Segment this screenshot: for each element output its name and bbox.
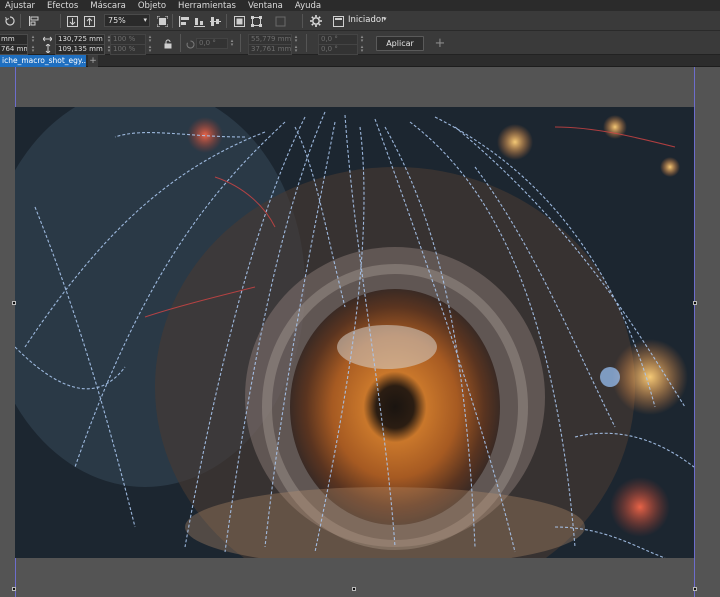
- center-y-field[interactable]: 37,761 mm: [248, 44, 292, 55]
- separator: [60, 14, 61, 28]
- menu-herramientas[interactable]: Herramientas: [178, 1, 236, 11]
- width-spinner[interactable]: ▴ ▾: [30, 35, 36, 44]
- photo-artwork: [15, 107, 694, 558]
- plus-icon[interactable]: +: [434, 36, 446, 51]
- disabled-tool-icon: [274, 15, 286, 27]
- align-icon[interactable]: [28, 15, 40, 27]
- to-front-icon[interactable]: [83, 15, 95, 27]
- resize-handle-right[interactable]: [693, 301, 697, 305]
- fit-page-icon[interactable]: [156, 15, 168, 27]
- menu-efectos[interactable]: Efectos: [47, 1, 78, 11]
- document-tab-bar: [0, 55, 720, 67]
- separator: [306, 34, 307, 52]
- separator: [240, 34, 241, 52]
- menu-ventana[interactable]: Ventana: [248, 1, 283, 11]
- align-center-icon[interactable]: [209, 15, 221, 27]
- separator: [302, 14, 303, 28]
- separator: [226, 14, 227, 28]
- separator: [180, 34, 181, 52]
- menu-ayuda[interactable]: Ayuda: [295, 1, 321, 11]
- transform-icon[interactable]: [250, 15, 262, 27]
- center-x-spinner[interactable]: ▴ ▾: [293, 35, 299, 44]
- height-spinner[interactable]: ▴ ▾: [30, 45, 36, 54]
- rotation-spinner[interactable]: ▴ ▾: [229, 39, 235, 48]
- to-back-icon[interactable]: [66, 15, 78, 27]
- center-y-spinner[interactable]: ▴ ▾: [293, 45, 299, 54]
- rotate-icon[interactable]: [4, 15, 16, 27]
- workspace-label[interactable]: Iniciador: [348, 15, 385, 25]
- rotation-field[interactable]: 0,0 °: [196, 38, 228, 49]
- rotation-icon: [184, 38, 196, 50]
- gear-icon[interactable]: [310, 15, 322, 27]
- menu-objeto[interactable]: Objeto: [138, 1, 166, 11]
- tab-document[interactable]: iche_macro_shot_egy...*: [0, 55, 86, 67]
- align-bottom-icon[interactable]: [193, 15, 205, 27]
- skew-x-spinner[interactable]: ▴ ▾: [359, 35, 365, 44]
- resize-handle-left[interactable]: [12, 301, 16, 305]
- apply-button[interactable]: Aplicar: [376, 36, 424, 51]
- crop-frame-icon[interactable]: [233, 15, 245, 27]
- horizontal-arrows-icon: [42, 35, 52, 43]
- scale-y-field[interactable]: 100 %: [110, 44, 146, 55]
- separator: [20, 14, 21, 28]
- zoom-value: 75%: [108, 16, 126, 25]
- chevron-down-icon: ▾: [143, 16, 147, 24]
- resize-handle-bottom-right[interactable]: [693, 587, 697, 591]
- add-tab-button[interactable]: +: [88, 55, 98, 67]
- vertical-arrows-icon: [43, 44, 53, 53]
- skew-y-field[interactable]: 0,0 °: [318, 44, 358, 55]
- scale-x-spinner[interactable]: ▴ ▾: [147, 35, 153, 44]
- skew-y-spinner[interactable]: ▴ ▾: [359, 45, 365, 54]
- chevron-down-icon[interactable]: ▾: [383, 15, 387, 23]
- resize-handle-bottom[interactable]: [352, 587, 356, 591]
- scale-y-spinner[interactable]: ▴ ▾: [147, 45, 153, 54]
- align-left-icon[interactable]: [178, 15, 190, 27]
- height-field[interactable]: 764 mm: [0, 44, 28, 55]
- zoom-select[interactable]: 75% ▾: [104, 14, 150, 27]
- menu-ajustar[interactable]: Ajustar: [5, 1, 35, 11]
- guide-line-right[interactable]: [694, 67, 695, 597]
- resize-handle-bottom-left[interactable]: [12, 587, 16, 591]
- menu-bar: Ajustar Efectos Máscara Objeto Herramien…: [0, 0, 720, 11]
- workspace-icon[interactable]: [332, 15, 344, 27]
- photo-object[interactable]: [15, 107, 694, 558]
- separator: [172, 14, 173, 28]
- lock-icon[interactable]: [162, 38, 174, 50]
- y-position-field[interactable]: 109,135 mm: [55, 44, 105, 55]
- menu-mascara[interactable]: Máscara: [90, 1, 126, 11]
